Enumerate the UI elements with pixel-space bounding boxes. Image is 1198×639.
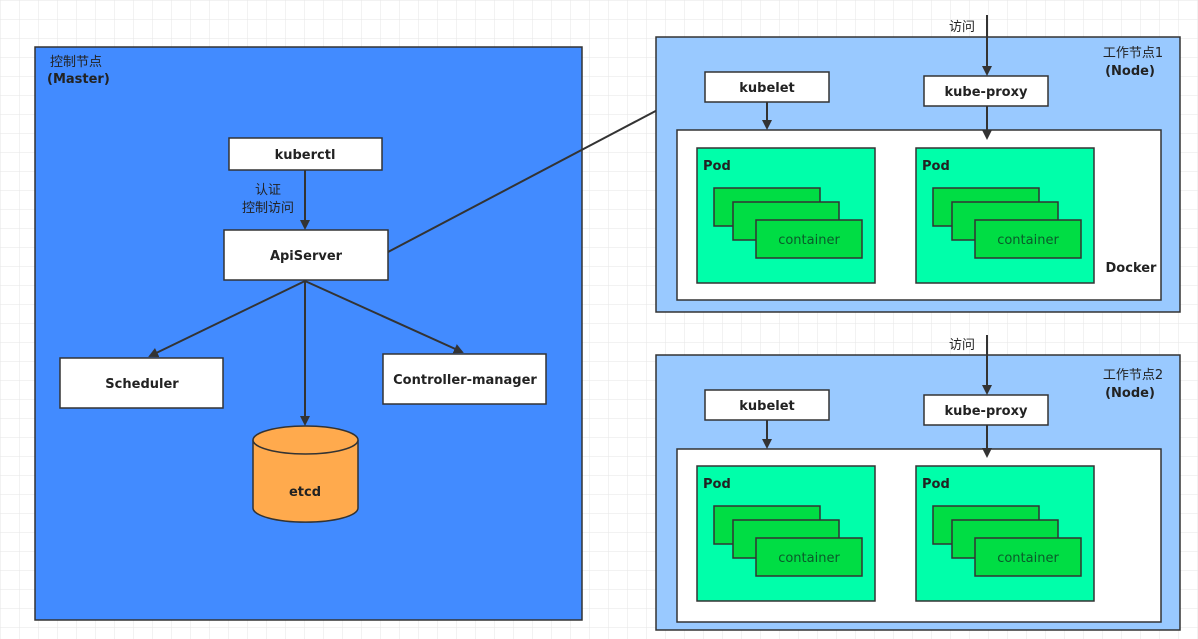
auth-label: 认证 — [255, 183, 281, 198]
worker-node-title: 工作节点2 — [1103, 368, 1163, 383]
docker-label: Docker — [1106, 261, 1158, 276]
etcd-label: etcd — [289, 485, 321, 500]
pod: Pod container — [696, 465, 876, 602]
pod-label: Pod — [703, 477, 731, 492]
apiserver-label: ApiServer — [270, 249, 343, 264]
container-label: container — [997, 551, 1059, 566]
kubelet-label: kubelet — [739, 81, 795, 96]
kube-proxy-label: kube-proxy — [945, 404, 1028, 419]
scheduler-label: Scheduler — [105, 377, 179, 392]
container-label: container — [997, 233, 1059, 248]
master-node: 控制节点 (Master) kuberctl 认证 控制访问 ApiServer… — [34, 46, 583, 621]
worker-node-subtitle: (Node) — [1105, 64, 1155, 79]
worker-node-title: 工作节点1 — [1103, 46, 1163, 61]
pod-label: Pod — [922, 477, 950, 492]
pod-label: Pod — [922, 159, 950, 174]
pod: Pod container — [915, 147, 1095, 284]
kube-proxy-label: kube-proxy — [945, 85, 1028, 100]
container-label: container — [778, 551, 840, 566]
master-subtitle: (Master) — [47, 72, 110, 87]
etcd-cylinder: etcd — [252, 425, 359, 523]
kuberctl-label: kuberctl — [275, 148, 336, 163]
access-label: 访问 — [949, 20, 975, 35]
container-label: container — [778, 233, 840, 248]
pod: Pod container — [696, 147, 876, 284]
master-box — [34, 46, 583, 621]
controller-manager-label: Controller-manager — [393, 373, 537, 388]
kubernetes-architecture-diagram: 控制节点 (Master) kuberctl 认证 控制访问 ApiServer… — [0, 0, 1198, 639]
pod: Pod container — [915, 465, 1095, 602]
pod-label: Pod — [703, 159, 731, 174]
access-label: 访问 — [949, 338, 975, 353]
kubelet-label: kubelet — [739, 399, 795, 414]
master-title: 控制节点 — [50, 55, 102, 70]
worker-node-2: 工作节点2 (Node) 访问 kubelet kube-proxy Pod contain… — [655, 335, 1181, 631]
worker-node-1: 工作节点1 (Node) 访问 kubelet kube-proxy Docker Pod c… — [655, 15, 1181, 313]
access-control-label: 控制访问 — [242, 201, 294, 216]
worker-node-subtitle: (Node) — [1105, 386, 1155, 401]
